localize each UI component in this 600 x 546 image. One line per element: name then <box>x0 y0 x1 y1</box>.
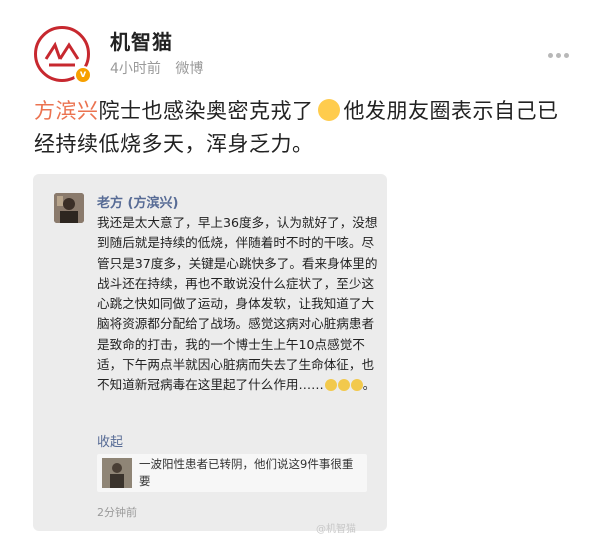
sweat-face-icon <box>350 379 363 392</box>
post-meta: 4小时前 微博 <box>110 58 213 78</box>
moments-screenshot-image[interactable]: 老方 (方滨兴) 我还是太大意了，早上36度多，认为就好了，没想到随后就是持续的… <box>33 174 387 531</box>
avatar[interactable]: v <box>34 26 94 86</box>
watermark: @机智猫 <box>316 524 356 535</box>
author-name[interactable]: 机智猫 <box>110 26 173 55</box>
person-thumbnail-icon <box>102 458 132 488</box>
post-text: 方滨兴院士也感染奥密克戎了 他发朋友圈表示自己已经持续低烧多天，浑身乏力。 <box>34 95 574 161</box>
post-source: 微博 <box>175 61 204 77</box>
moment-body: 我还是太大意了，早上36度多，认为就好了，没想到随后就是持续的低烧，伴随着时不时… <box>97 215 378 393</box>
cat-logo-icon <box>44 41 80 67</box>
link-thumbnail <box>102 458 132 488</box>
more-options-icon[interactable] <box>548 43 574 58</box>
post-header: v 机智猫 4小时前 微博 <box>0 0 600 90</box>
post-time: 4小时前 <box>110 61 161 77</box>
moment-author[interactable]: 老方 (方滨兴) <box>97 192 178 211</box>
moment-body-text: 我还是太大意了，早上36度多，认为就好了，没想到随后就是持续的低烧，伴随着时不时… <box>97 215 378 393</box>
shared-link-card[interactable]: 一波阳性患者已转阴，他们说这9件事很重要 <box>97 454 367 492</box>
post-text-part1: 院士也感染奥密克戎了 <box>98 99 314 123</box>
collapse-link[interactable]: 收起 <box>97 431 123 450</box>
moment-avatar <box>54 193 84 223</box>
sweat-face-icon <box>324 379 337 392</box>
mention-link[interactable]: 方滨兴 <box>34 99 99 123</box>
verified-badge-icon: v <box>74 66 92 84</box>
link-title: 一波阳性患者已转阴，他们说这9件事很重要 <box>139 457 354 488</box>
person-photo-icon <box>54 193 84 223</box>
hot-face-emoji-icon <box>317 99 340 121</box>
sweat-face-icon <box>337 379 350 392</box>
moment-time: 2分钟前 <box>97 506 137 519</box>
